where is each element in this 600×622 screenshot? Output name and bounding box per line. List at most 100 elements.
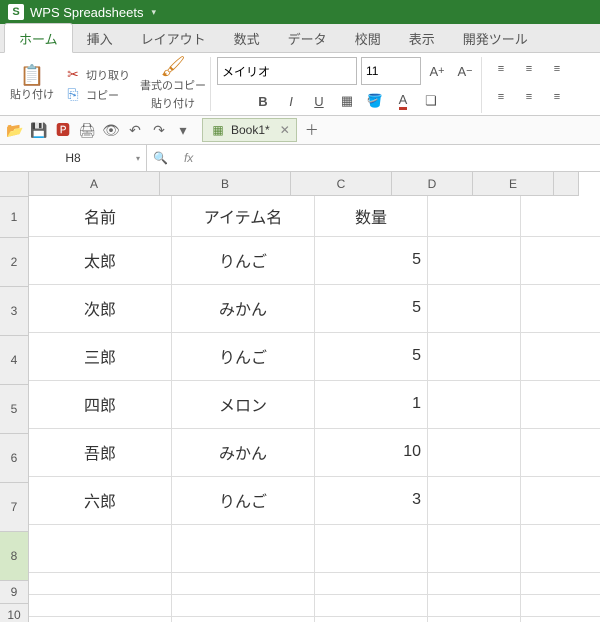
cell[interactable] xyxy=(521,284,600,333)
col-header-E[interactable]: E xyxy=(473,172,554,196)
cell[interactable]: 次郎 xyxy=(29,284,172,333)
cell[interactable] xyxy=(428,428,521,477)
cell[interactable]: アイテム名 xyxy=(172,196,315,237)
align-bottom-icon[interactable]: ≡ xyxy=(544,57,568,81)
cell[interactable] xyxy=(521,428,600,477)
highlight-button[interactable]: ❏ xyxy=(419,89,443,113)
cell[interactable] xyxy=(315,572,428,595)
cell[interactable] xyxy=(428,572,521,595)
cut-icon[interactable]: ✂ xyxy=(64,65,82,83)
cell[interactable] xyxy=(172,524,315,573)
name-box[interactable]: H8 ▾ xyxy=(0,145,147,171)
cell[interactable]: りんご xyxy=(172,332,315,381)
cell[interactable] xyxy=(172,594,315,617)
align-left-icon[interactable]: ≡ xyxy=(488,85,512,109)
cell[interactable] xyxy=(521,572,600,595)
cell[interactable]: メロン xyxy=(172,380,315,429)
tab-formulas[interactable]: 数式 xyxy=(220,24,274,52)
row-header[interactable]: 10 xyxy=(0,604,29,622)
decrease-font-icon[interactable]: A− xyxy=(453,59,477,83)
new-tab-icon[interactable]: ＋ xyxy=(303,121,321,139)
name-box-caret-icon[interactable]: ▾ xyxy=(136,154,140,163)
qat-more-icon[interactable]: ▾ xyxy=(174,121,192,139)
cell[interactable] xyxy=(29,572,172,595)
formula-input[interactable] xyxy=(203,145,600,171)
print-preview-icon[interactable]: 👁 xyxy=(102,121,120,139)
fx-label[interactable]: fx xyxy=(174,151,203,165)
cell[interactable] xyxy=(428,196,521,237)
app-menu-caret-icon[interactable]: ▾ xyxy=(151,7,156,18)
increase-font-icon[interactable]: A+ xyxy=(425,59,449,83)
paste-icon[interactable]: 📋 xyxy=(23,66,41,84)
row-header[interactable]: 4 xyxy=(0,336,29,385)
cell[interactable] xyxy=(428,616,521,622)
format-painter-icon[interactable]: 🖌 xyxy=(164,57,182,75)
cell[interactable] xyxy=(428,594,521,617)
row-header[interactable]: 8 xyxy=(0,532,29,581)
cell[interactable] xyxy=(172,616,315,622)
undo-icon[interactable]: ↶ xyxy=(126,121,144,139)
col-header-C[interactable]: C xyxy=(291,172,392,196)
font-family-select[interactable] xyxy=(217,57,357,85)
tab-data[interactable]: データ xyxy=(274,24,341,52)
col-header-D[interactable]: D xyxy=(392,172,473,196)
cell[interactable] xyxy=(29,524,172,573)
cell[interactable] xyxy=(521,594,600,617)
cell[interactable] xyxy=(521,616,600,622)
redo-icon[interactable]: ↷ xyxy=(150,121,168,139)
cell[interactable]: 3 xyxy=(315,476,428,525)
cell[interactable]: みかん xyxy=(172,284,315,333)
cell[interactable] xyxy=(29,616,172,622)
search-icon[interactable]: 🔍 xyxy=(147,151,174,165)
row-header[interactable]: 6 xyxy=(0,434,29,483)
row-header[interactable]: 3 xyxy=(0,287,29,336)
cell[interactable] xyxy=(428,476,521,525)
cell[interactable] xyxy=(428,524,521,573)
cell[interactable] xyxy=(521,524,600,573)
cell[interactable] xyxy=(521,236,600,285)
save-icon[interactable]: 💾 xyxy=(30,121,48,139)
select-all-corner[interactable] xyxy=(0,172,29,197)
tab-review[interactable]: 校閲 xyxy=(341,24,395,52)
cell[interactable]: 太郎 xyxy=(29,236,172,285)
align-center-icon[interactable]: ≡ xyxy=(516,85,540,109)
align-middle-icon[interactable]: ≡ xyxy=(516,57,540,81)
cell[interactable]: 名前 xyxy=(29,196,172,237)
cell[interactable]: 四郎 xyxy=(29,380,172,429)
italic-button[interactable]: I xyxy=(279,89,303,113)
cell[interactable] xyxy=(315,524,428,573)
col-header-B[interactable]: B xyxy=(160,172,291,196)
fill-color-button[interactable]: 🪣 xyxy=(363,89,387,113)
row-header[interactable]: 9 xyxy=(0,581,29,604)
borders-button[interactable]: ▦ xyxy=(335,89,359,113)
font-color-button[interactable]: A xyxy=(391,89,415,113)
open-icon[interactable]: 📂 xyxy=(6,121,24,139)
underline-button[interactable]: U xyxy=(307,89,331,113)
cell[interactable]: みかん xyxy=(172,428,315,477)
tab-layout[interactable]: レイアウト xyxy=(127,24,220,52)
row-header[interactable]: 5 xyxy=(0,385,29,434)
row-header[interactable]: 2 xyxy=(0,238,29,287)
tab-home[interactable]: ホーム xyxy=(4,23,73,53)
bold-button[interactable]: B xyxy=(251,89,275,113)
copy-icon[interactable]: ⎘ xyxy=(64,85,82,103)
col-header-A[interactable]: A xyxy=(29,172,160,196)
cell[interactable] xyxy=(521,476,600,525)
row-header[interactable]: 7 xyxy=(0,483,29,532)
cell[interactable] xyxy=(315,594,428,617)
cell[interactable]: 1 xyxy=(315,380,428,429)
cell[interactable] xyxy=(521,380,600,429)
cell[interactable] xyxy=(428,236,521,285)
col-header-F[interactable] xyxy=(554,172,579,196)
cell[interactable]: りんご xyxy=(172,476,315,525)
cell[interactable]: 5 xyxy=(315,332,428,381)
cell[interactable] xyxy=(521,196,600,237)
align-top-icon[interactable]: ≡ xyxy=(488,57,512,81)
tab-developer[interactable]: 開発ツール xyxy=(449,24,542,52)
spreadsheet-grid[interactable]: 1234567891011 A B C D E 名前アイテム名数量太郎りんご5次… xyxy=(0,172,600,622)
row-header[interactable]: 1 xyxy=(0,197,29,238)
close-tab-icon[interactable]: ✕ xyxy=(280,123,290,137)
cell[interactable]: 六郎 xyxy=(29,476,172,525)
align-right-icon[interactable]: ≡ xyxy=(544,85,568,109)
print-icon[interactable]: 🖨 xyxy=(78,121,96,139)
